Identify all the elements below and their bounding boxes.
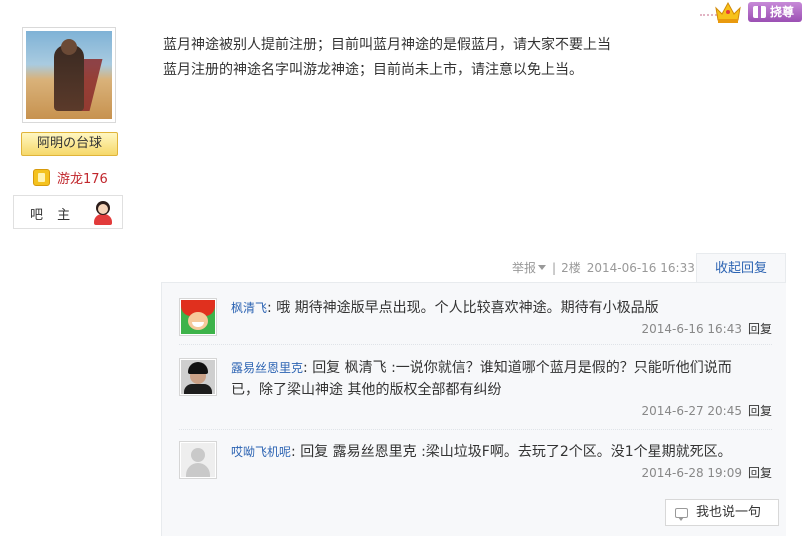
reply-content: 回复 枫清飞 :一说你就信？谁知道哪个蓝月是假的？只能听他们说而 [312, 360, 732, 376]
report-link[interactable]: 举报 [512, 259, 547, 276]
reply-content: 哦 期待神途版早点出现。个人比较喜欢神途。期待有小极品版 [276, 300, 659, 316]
gift-icon [753, 6, 766, 18]
collapse-replies-button[interactable]: 收起回复 [696, 253, 786, 283]
vip-button-label: 挠尊 [770, 5, 795, 19]
reply-meta: 2014-6-27 20:45 回复 [641, 402, 772, 419]
post-line: 蓝月神途被别人提前注册；目前叫蓝月神途的是假蓝月，请大家不要上当 [163, 37, 611, 53]
reply-button[interactable]: 回复 [748, 466, 772, 480]
vip-button[interactable]: 挠尊 [748, 2, 802, 22]
reply-content: 已，除了梁山神途 其他的版权全部都有纠纷 [231, 382, 502, 398]
author-level[interactable]: 游龙176 [33, 167, 108, 187]
reply-text: 枫清飞: 哦 期待神途版早点出现。个人比较喜欢神途。期待有小极品版 [231, 300, 659, 316]
vip-ribbon: 挠尊 [700, 0, 802, 24]
add-reply-label: 我也说一句 [696, 505, 762, 520]
reply-meta: 2014-6-28 19:09 回复 [641, 464, 772, 481]
reply-button[interactable]: 回复 [748, 322, 772, 336]
reply-username[interactable]: 枫清飞 [231, 301, 267, 315]
reply-username[interactable]: 露易丝恩里克 [231, 361, 303, 375]
avatar-image [26, 31, 112, 119]
crown-icon [715, 1, 741, 23]
owner-avatar-icon [92, 201, 114, 225]
reply-panel: 枫清飞: 哦 期待神途版早点出现。个人比较喜欢神途。期待有小极品版 2014-6… [161, 282, 786, 536]
reply-text: 哎呦飞机呢: 回复 露易丝恩里克 :梁山垃圾F啊。去玩了2个区。没1个星期就死区… [231, 444, 732, 460]
level-icon [33, 168, 50, 186]
reply-text: 露易丝恩里克: 回复 枫清飞 :一说你就信？谁知道哪个蓝月是假的？只能听他们说而… [231, 360, 732, 398]
role-label: 吧 主 [30, 208, 76, 223]
role-badge: 吧 主 [13, 195, 123, 229]
level-label: 游龙176 [57, 171, 108, 187]
add-reply-button[interactable]: 我也说一句 [665, 499, 779, 526]
floor-number: 2楼 [561, 261, 581, 275]
post-line: 蓝月注册的神途名字叫游龙神途；目前尚未上市，请注意以免上当。 [163, 62, 583, 78]
comment-icon [675, 508, 688, 521]
reply-username[interactable]: 哎呦飞机呢 [231, 445, 291, 459]
reply-avatar[interactable] [179, 441, 217, 479]
reply-item: 枫清飞: 哦 期待神途版早点出现。个人比较喜欢神途。期待有小极品版 2014-6… [179, 283, 772, 343]
post-content: 蓝月神途被别人提前注册；目前叫蓝月神途的是假蓝月，请大家不要上当 蓝月注册的神途… [163, 33, 723, 83]
reply-time: 2014-6-27 20:45 [641, 404, 742, 418]
reply-meta: 2014-6-16 16:43 回复 [641, 320, 772, 337]
reply-avatar[interactable] [179, 298, 217, 336]
caret-down-icon [538, 265, 547, 270]
reply-button[interactable]: 回复 [748, 404, 772, 418]
post-meta: 举报 | 2楼 2014-06-16 16:33 [512, 259, 695, 276]
reply-avatar[interactable] [179, 358, 217, 396]
author-name[interactable]: 阿明の台球 [21, 132, 118, 156]
reply-item: 露易丝恩里克: 回复 枫清飞 :一说你就信？谁知道哪个蓝月是假的？只能听他们说而… [179, 344, 772, 428]
author-avatar[interactable] [22, 27, 116, 123]
reply-time: 2014-6-28 19:09 [641, 466, 742, 480]
reply-time: 2014-6-16 16:43 [641, 322, 742, 336]
reply-item: 哎呦飞机呢: 回复 露易丝恩里克 :梁山垃圾F啊。去玩了2个区。没1个星期就死区… [179, 429, 772, 489]
post-timestamp: 2014-06-16 16:33 [586, 260, 695, 275]
reply-content: 回复 露易丝恩里克 :梁山垃圾F啊。去玩了2个区。没1个星期就死区。 [300, 444, 732, 460]
